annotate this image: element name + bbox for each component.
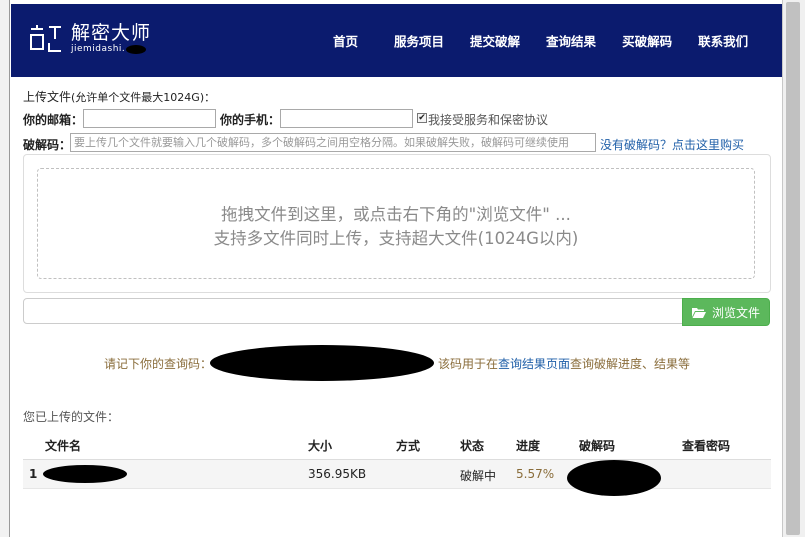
logo-title: 解密大师 xyxy=(71,22,152,44)
redaction-mark xyxy=(43,465,127,483)
window-left-edge xyxy=(0,0,10,537)
crack-code-field[interactable] xyxy=(70,133,596,152)
col-progress: 进度 xyxy=(516,439,541,453)
browse-button-label: 浏览文件 xyxy=(711,305,760,320)
row-index: 1 xyxy=(29,467,38,481)
col-size: 大小 xyxy=(308,439,333,453)
scrollbar-thumb[interactable] xyxy=(786,2,800,535)
site-header: 解密大师 jiemidashi. 首页 服务项目 提交破解 查询结果 买破解码 … xyxy=(11,0,782,77)
code-label: 破解码： xyxy=(23,138,72,152)
notice-text: 该码用于在查询结果页面查询破解进度、结果等 xyxy=(438,357,691,371)
notice-prefix: 请记下你的查询码： xyxy=(104,357,213,371)
redaction-mark xyxy=(567,460,661,496)
table-row: 1 356.95KB 破解中 5.57% xyxy=(23,460,771,496)
col-crack-code: 破解码 xyxy=(579,439,616,453)
email-label: 你的邮箱： xyxy=(23,113,84,127)
buy-code-link[interactable]: 点击这里购买 xyxy=(672,138,744,152)
nav-services[interactable]: 服务项目 xyxy=(394,31,444,50)
nav-submit[interactable]: 提交破解 xyxy=(470,31,520,50)
nav-home[interactable]: 首页 xyxy=(333,31,358,50)
dropzone-hint-2: 支持多文件同时上传，支持超大文件(1024G以内) xyxy=(213,229,579,248)
row-size: 356.95KB xyxy=(308,467,367,481)
uploaded-files-header: 文件名 大小 方式 状态 进度 破解码 查看密码 xyxy=(23,430,771,460)
site-logo[interactable]: 解密大师 jiemidashi. xyxy=(29,22,151,55)
browse-files-button[interactable]: 浏览文件 xyxy=(682,298,770,326)
row-status: 破解中 xyxy=(460,469,497,483)
nav-buy-code[interactable]: 买破解码 xyxy=(622,31,672,50)
uploaded-files-title: 您已上传的文件： xyxy=(23,410,120,424)
logo-icon xyxy=(29,23,63,55)
redaction-mark xyxy=(210,345,434,381)
logo-subtitle: jiemidashi. xyxy=(71,44,151,55)
agree-label: 我接受服务和保密协议 xyxy=(428,113,549,127)
nav-query[interactable]: 查询结果 xyxy=(546,31,596,50)
folder-open-icon xyxy=(691,307,706,318)
buy-code-prompt: 没有破解码？点击这里购买 xyxy=(600,136,744,153)
buy-prompt-text: 没有破解码？ xyxy=(600,138,673,152)
col-status: 状态 xyxy=(460,439,485,453)
file-dropzone[interactable]: 拖拽文件到这里，或点击右下角的"浏览文件" ... 支持多文件同时上传，支持超大… xyxy=(37,168,755,279)
col-method: 方式 xyxy=(396,439,421,453)
col-view-password: 查看密码 xyxy=(682,439,731,453)
dropzone-hint-1: 拖拽文件到这里，或点击右下角的"浏览文件" ... xyxy=(221,205,571,224)
agree-checkbox[interactable]: ✔ xyxy=(417,113,427,123)
upload-title: 上传文件(允许单个文件最大1024G)： xyxy=(23,90,216,104)
row-progress: 5.57% xyxy=(516,467,555,481)
phone-label: 你的手机： xyxy=(220,113,281,127)
redaction-mark xyxy=(126,45,147,54)
phone-field[interactable] xyxy=(280,109,413,128)
main-nav: 首页 服务项目 提交破解 查询结果 买破解码 联系我们 xyxy=(319,31,774,50)
selected-file-field[interactable] xyxy=(23,298,683,324)
col-filename: 文件名 xyxy=(45,439,82,453)
nav-contact[interactable]: 联系我们 xyxy=(698,31,748,50)
query-results-link[interactable]: 查询结果页面 xyxy=(498,357,570,371)
email-field[interactable] xyxy=(83,109,216,128)
